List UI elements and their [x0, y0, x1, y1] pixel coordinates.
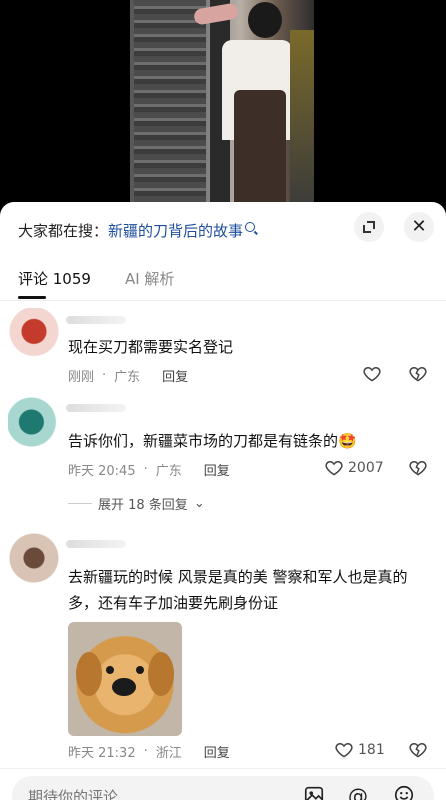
comment-tabs: 评论 1059 AI 解析 [18, 268, 174, 299]
emoji-icon[interactable] [392, 784, 416, 800]
video-frame [130, 0, 314, 210]
comment-sheet: 大家都在搜： 新疆的刀背后的故事 ✕ 评论 1059 AI 解析 现在买刀都需要… [0, 202, 446, 800]
reply-button[interactable]: 回复 [162, 366, 188, 385]
username[interactable] [66, 316, 126, 324]
reply-button[interactable]: 回复 [204, 742, 230, 761]
heart-icon [335, 742, 353, 758]
dog-nose [112, 678, 136, 696]
avatar[interactable] [8, 308, 60, 360]
video-player[interactable] [0, 0, 446, 210]
comment-location: 广东 [155, 464, 182, 479]
like-button[interactable] [362, 364, 382, 384]
divider [0, 768, 446, 769]
comment-meta: 昨天 20:45 · 广东 回复 [68, 460, 230, 479]
comment-meta: 刚刚 · 广东 回复 [68, 366, 189, 385]
broken-heart-icon[interactable] [408, 458, 428, 478]
person-apron [234, 90, 286, 210]
expand-replies-label: 展开 18 条回复 [98, 498, 188, 513]
expand-replies-button[interactable]: 展开 18 条回复 ⌄ [68, 494, 205, 513]
like-button[interactable]: 2007 [324, 458, 384, 478]
comment-time: 昨天 21:32 [68, 746, 136, 761]
dog-ear [148, 652, 174, 696]
avatar[interactable] [8, 396, 60, 448]
tabs-divider [0, 300, 446, 301]
like-count: 181 [358, 742, 385, 758]
comment-location: 浙江 [155, 746, 182, 761]
right-shelf [290, 30, 314, 210]
username[interactable] [66, 404, 126, 412]
comment-time: 昨天 20:45 [68, 464, 136, 479]
tab-comments[interactable]: 评论 1059 [18, 268, 91, 299]
close-icon: ✕ [411, 216, 427, 237]
image-icon[interactable] [302, 784, 326, 800]
trending-search[interactable]: 大家都在搜： 新疆的刀背后的故事 [18, 218, 256, 242]
like-button[interactable]: 181 [334, 740, 385, 760]
broken-heart-icon[interactable] [408, 364, 428, 384]
tab-ai-analysis[interactable]: AI 解析 [125, 268, 174, 299]
heart-icon [363, 366, 381, 382]
comment-input[interactable]: 期待你的评论 [28, 786, 118, 800]
dog-ear [76, 652, 102, 696]
expand-icon [363, 221, 375, 233]
comment-item: 去新疆玩的时候 风景是真的美 警察和军人也是真的多，还有车子加油要先刷身份证 昨… [0, 532, 446, 762]
comment-input-bar[interactable]: 期待你的评论 @ [12, 776, 434, 800]
search-icon [245, 222, 256, 232]
dog-eye [136, 666, 144, 674]
at-icon[interactable]: @ [346, 784, 370, 800]
comment-location: 广东 [114, 370, 141, 385]
like-count: 2007 [348, 460, 384, 476]
close-button[interactable]: ✕ [404, 212, 434, 242]
dog-eye [106, 666, 114, 674]
heart-icon [325, 460, 343, 476]
comment-item: 现在买刀都需要实名登记 刚刚 · 广东 回复 [0, 308, 446, 390]
expand-line [68, 503, 92, 504]
trending-search-prefix: 大家都在搜： [18, 221, 109, 240]
comment-text: 告诉你们，新疆菜市场的刀都是有链条的🤩 [68, 432, 357, 450]
comment-meta: 昨天 21:32 · 浙江 回复 [68, 742, 230, 761]
comment-text: 去新疆玩的时候 风景是真的美 警察和军人也是真的多，还有车子加油要先刷身份证 [68, 568, 408, 612]
comment-time: 刚刚 [68, 370, 95, 385]
broken-heart-icon[interactable] [408, 740, 428, 760]
chevron-down-icon: ⌄ [193, 496, 205, 511]
expand-button[interactable] [354, 212, 384, 242]
comment-text: 现在买刀都需要实名登记 [68, 338, 234, 356]
avatar[interactable] [8, 532, 60, 584]
trending-search-query[interactable]: 新疆的刀背后的故事 [108, 220, 243, 241]
comment-image[interactable] [68, 622, 182, 736]
knife-shelf [134, 0, 206, 210]
username[interactable] [66, 540, 126, 548]
comment-item: 告诉你们，新疆菜市场的刀都是有链条的🤩 昨天 20:45 · 广东 回复 2007 … [0, 396, 446, 526]
person-head [248, 2, 282, 38]
reply-button[interactable]: 回复 [204, 460, 230, 479]
